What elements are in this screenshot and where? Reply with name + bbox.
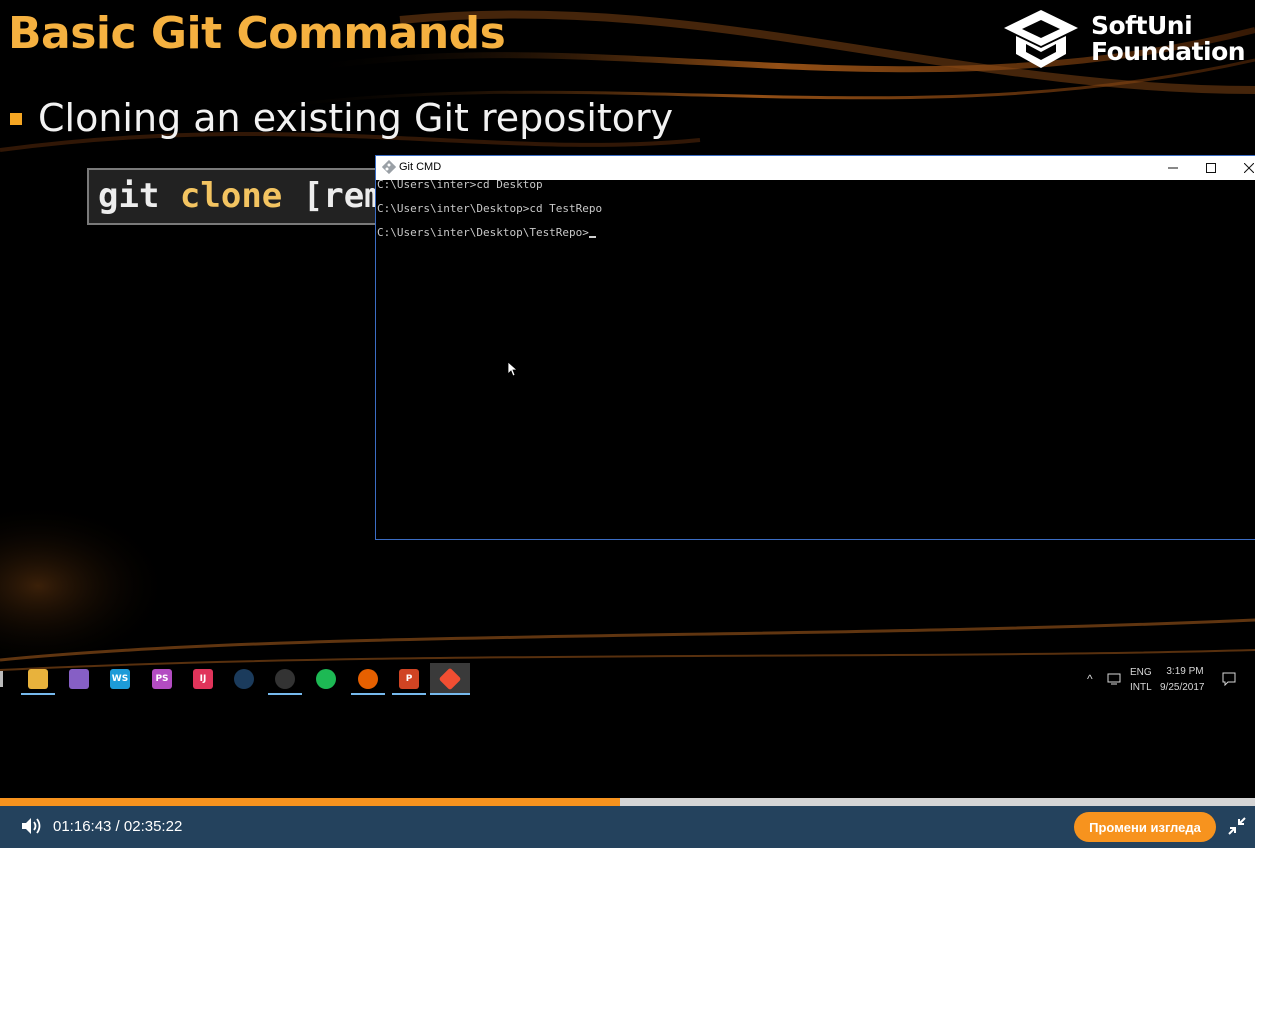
visual-studio-icon bbox=[69, 669, 89, 689]
slide-title: Basic Git Commands bbox=[8, 8, 506, 59]
git-cmd-icon bbox=[382, 160, 396, 174]
start-button-edge[interactable] bbox=[0, 671, 3, 687]
softuni-logo: SoftUni Foundation bbox=[1002, 8, 1246, 70]
console-line: C:\Users\inter\Desktop>cd TestRepo bbox=[377, 202, 603, 215]
code-keyword-git: git bbox=[98, 176, 160, 216]
player-control-bar: 01:16:43 / 02:35:22 Промени изгледа bbox=[0, 806, 1255, 848]
code-snippet: git clone [rem bbox=[87, 168, 387, 225]
taskbar-app-webstorm[interactable]: WS bbox=[102, 663, 138, 695]
taskbar-app-powerpoint[interactable]: P bbox=[391, 663, 427, 695]
cmd-console[interactable]: C:\Users\inter>cd Desktop C:\Users\inter… bbox=[376, 178, 1255, 539]
running-indicator bbox=[268, 693, 302, 695]
video-player: Basic Git Commands SoftUni Foundation Cl… bbox=[0, 0, 1255, 848]
input-layout[interactable]: INTL bbox=[1130, 682, 1152, 693]
intellij-icon: IJ bbox=[193, 669, 213, 689]
minimize-button[interactable] bbox=[1154, 156, 1192, 180]
bullet-text: Cloning an existing Git repository bbox=[38, 96, 674, 140]
text-cursor bbox=[588, 236, 596, 238]
taskbar-app-firefox[interactable] bbox=[350, 663, 386, 695]
taskbar-app-steam[interactable] bbox=[226, 663, 262, 695]
input-language[interactable]: ENG bbox=[1130, 667, 1152, 678]
steam-icon bbox=[234, 669, 254, 689]
mouse-pointer-icon bbox=[508, 362, 518, 377]
running-indicator bbox=[21, 693, 55, 695]
exit-fullscreen-icon[interactable] bbox=[1228, 816, 1246, 836]
cmd-window-title: Git CMD bbox=[399, 161, 442, 173]
minimize-icon bbox=[1168, 167, 1178, 169]
webstorm-icon: WS bbox=[110, 669, 130, 689]
git-cmd-window[interactable]: Git CMD C:\Users\inter>cd Desktop C:\Use… bbox=[375, 155, 1255, 540]
network-icon[interactable] bbox=[1107, 672, 1123, 686]
show-hidden-icons-chevron-icon[interactable]: ^ bbox=[1087, 672, 1093, 686]
running-indicator bbox=[392, 693, 426, 695]
clock-time[interactable]: 3:19 PM bbox=[1165, 666, 1205, 677]
logo-line-softuni: SoftUni bbox=[1091, 11, 1193, 40]
maximize-button[interactable] bbox=[1192, 156, 1230, 180]
spotify-icon bbox=[316, 669, 336, 689]
action-center-icon[interactable] bbox=[1222, 672, 1236, 686]
volume-icon[interactable] bbox=[21, 816, 43, 836]
taskbar-app-intellij[interactable]: IJ bbox=[185, 663, 221, 695]
taskbar-app-phpstorm[interactable]: PS bbox=[144, 663, 180, 695]
obs-icon bbox=[275, 669, 295, 689]
close-icon bbox=[1244, 163, 1254, 173]
taskbar-app-visual-studio[interactable] bbox=[61, 663, 97, 695]
change-view-button[interactable]: Промени изгледа bbox=[1074, 812, 1216, 842]
clock-date[interactable]: 9/25/2017 bbox=[1160, 682, 1205, 693]
console-prompt-line: C:\Users\inter\Desktop\TestRepo> bbox=[377, 226, 589, 239]
close-button[interactable] bbox=[1230, 156, 1255, 180]
graduation-cap-icon bbox=[1004, 10, 1078, 68]
powerpoint-icon: P bbox=[399, 669, 419, 689]
logo-line-foundation: Foundation bbox=[1091, 37, 1246, 66]
taskbar-app-git[interactable] bbox=[430, 663, 470, 695]
code-argument: [rem bbox=[302, 176, 385, 216]
running-indicator bbox=[430, 693, 470, 695]
playback-time: 01:16:43 / 02:35:22 bbox=[53, 818, 183, 835]
bullet-marker bbox=[10, 113, 22, 125]
taskbar-app-file-explorer[interactable] bbox=[20, 663, 56, 695]
cmd-titlebar[interactable]: Git CMD bbox=[376, 156, 1255, 180]
console-line: C:\Users\inter>cd Desktop bbox=[377, 178, 543, 191]
running-indicator bbox=[351, 693, 385, 695]
taskbar-app-spotify[interactable] bbox=[308, 663, 344, 695]
firefox-icon bbox=[358, 669, 378, 689]
video-progress-fill bbox=[0, 798, 620, 806]
maximize-icon bbox=[1206, 163, 1216, 173]
file-explorer-icon bbox=[28, 669, 48, 689]
phpstorm-icon: PS bbox=[152, 669, 172, 689]
code-keyword-clone: clone bbox=[179, 176, 283, 216]
taskbar-app-obs[interactable] bbox=[267, 663, 303, 695]
git-icon bbox=[438, 667, 462, 691]
video-progress-bar[interactable] bbox=[0, 798, 1255, 806]
